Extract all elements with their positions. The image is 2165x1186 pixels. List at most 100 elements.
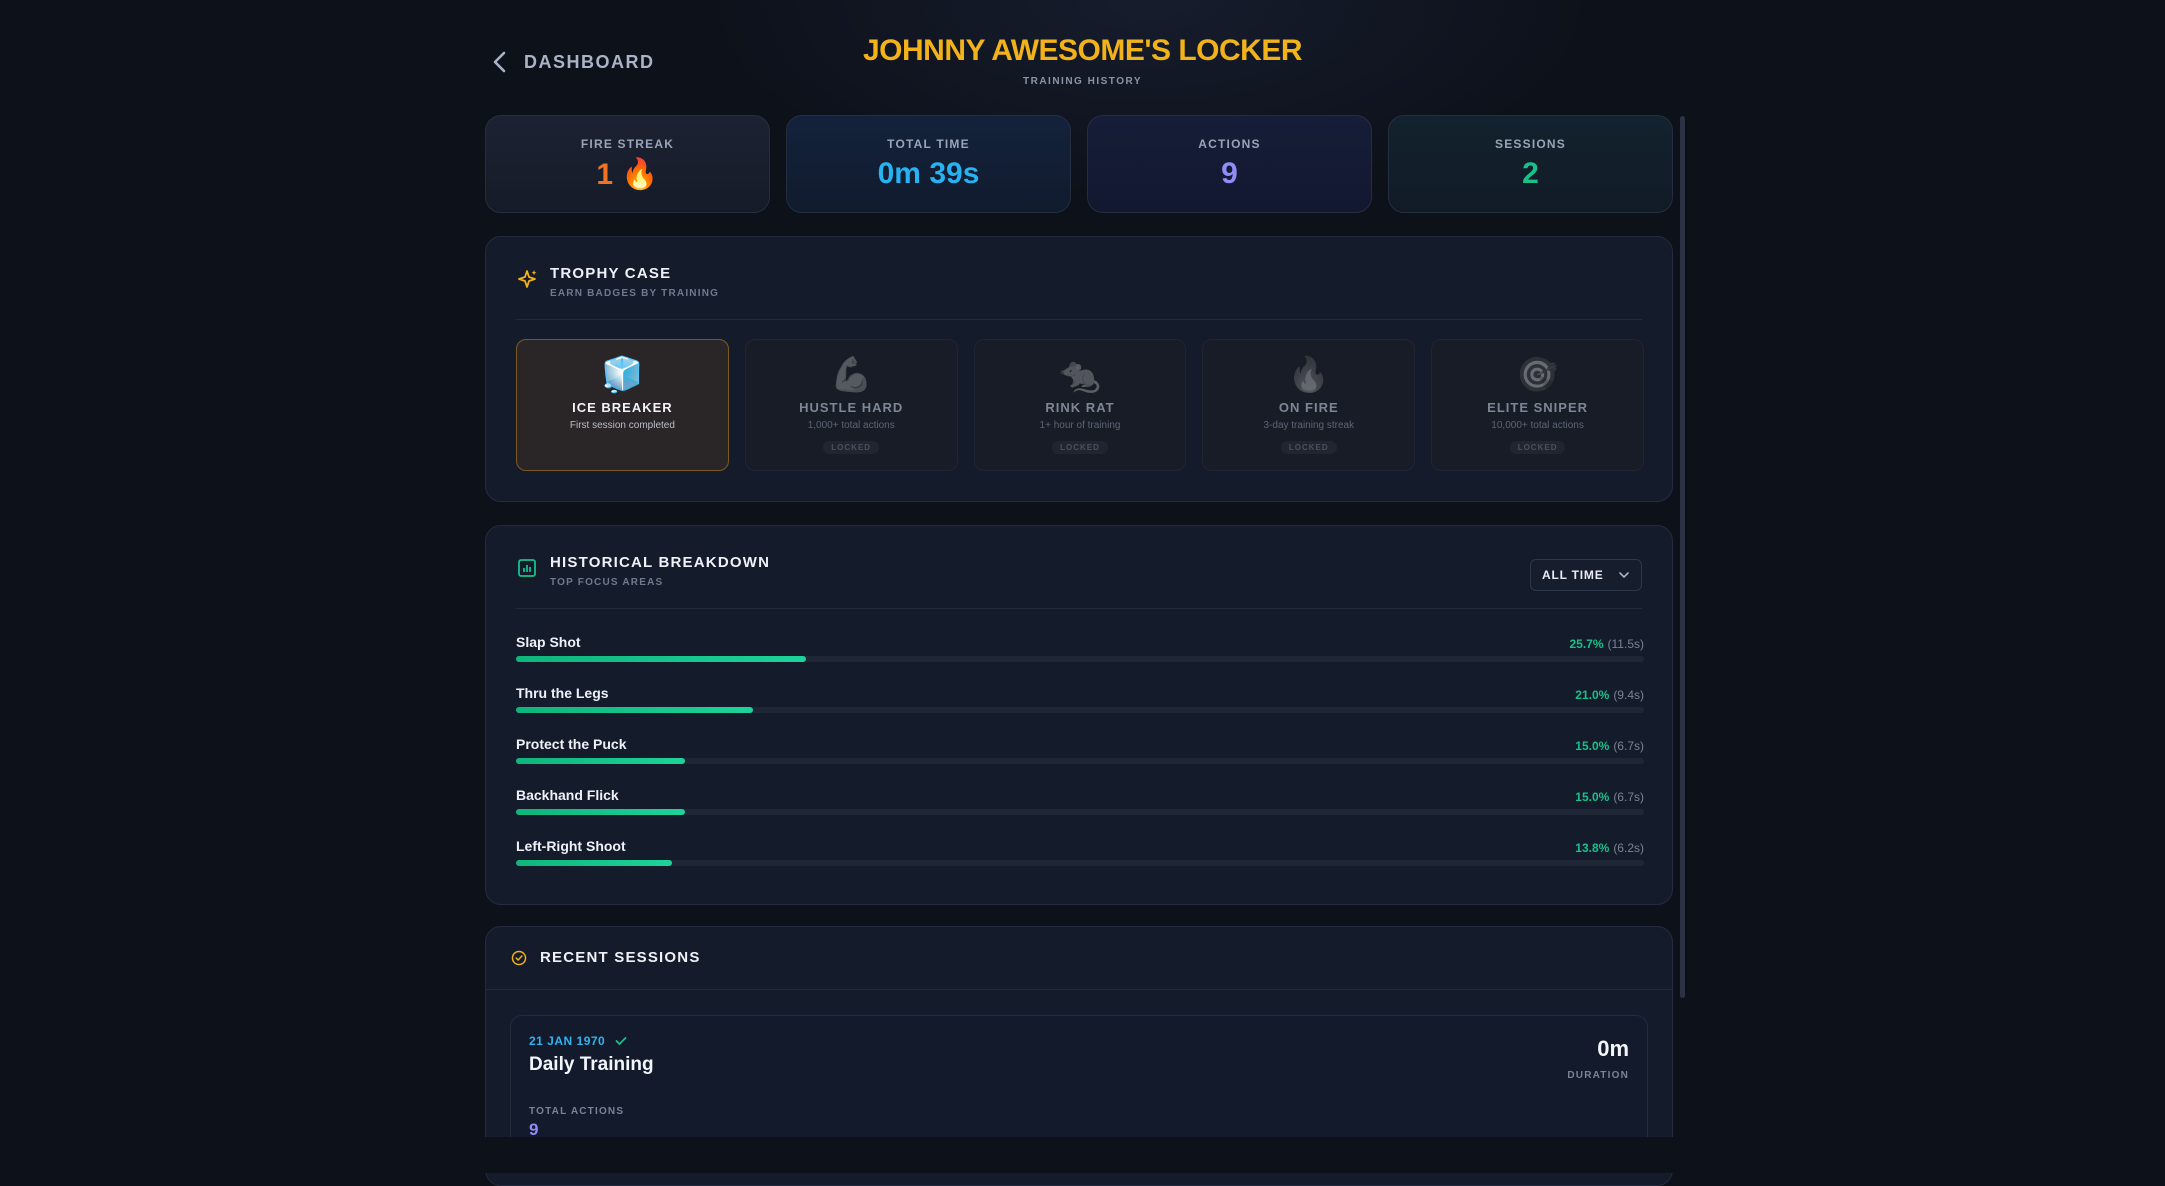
ice-cube-icon: 🧊 [601, 356, 644, 394]
stat-label: ACTIONS [1198, 137, 1261, 151]
focus-area-stat: 15.0% (6.7s) [1575, 739, 1644, 753]
focus-area-row: Backhand Flick 15.0% (6.7s) [516, 787, 1644, 838]
progress-fill [516, 758, 686, 764]
trophy-case-subtitle: EARN BADGES BY TRAINING [550, 288, 720, 299]
scrollbar[interactable] [1680, 116, 1685, 998]
progress-fill [516, 860, 672, 866]
focus-area-seconds: (6.7s) [1613, 739, 1644, 753]
focus-area-row: Protect the Puck 15.0% (6.7s) [516, 736, 1644, 787]
badge-name: HUSTLE HARD [799, 400, 904, 415]
stat-card-total-time: TOTAL TIME 0m 39s [786, 115, 1071, 213]
locked-badge-label: LOCKED [1052, 441, 1108, 454]
session-actions-label: TOTAL ACTIONS [529, 1106, 625, 1117]
progress-track [516, 656, 1644, 662]
focus-area-row: Slap Shot 25.7% (11.5s) [516, 634, 1644, 685]
trophy-case-panel: TROPHY CASE EARN BADGES BY TRAINING 🧊 IC… [485, 236, 1673, 502]
divider [516, 608, 1642, 609]
recent-sessions-header: RECENT SESSIONS [510, 949, 701, 967]
badge-description: 1,000+ total actions [807, 420, 895, 431]
focus-area-percent: 15.0% [1575, 790, 1610, 804]
focus-area-stat: 13.8% (6.2s) [1575, 841, 1644, 855]
time-range-select[interactable]: ALL TIME [1530, 559, 1642, 591]
rat-icon: 🐀 [1058, 356, 1102, 394]
badge-name: ICE BREAKER [572, 400, 673, 415]
progress-fill [516, 707, 753, 713]
stat-label: FIRE STREAK [580, 136, 675, 151]
chevron-down-icon [1619, 572, 1629, 579]
trophy-case-header: TROPHY CASE EARN BADGES BY TRAINING [516, 265, 719, 299]
stat-value: 1 🔥 [596, 157, 659, 191]
focus-area-name: Thru the Legs [516, 685, 609, 701]
badge-description: 10,000+ total actions [1491, 420, 1584, 431]
badge-list: 🧊 ICE BREAKER First session completed 💪 … [516, 339, 1644, 471]
focus-area-percent: 21.0% [1575, 688, 1610, 702]
focus-area-seconds: (6.2s) [1613, 841, 1644, 855]
progress-track [516, 758, 1644, 764]
scrollbar-thumb[interactable] [1680, 116, 1685, 998]
focus-area-percent: 13.8% [1575, 841, 1610, 855]
focus-area-percent: 15.0% [1575, 739, 1610, 753]
stat-value: 2 [1522, 157, 1539, 190]
focus-area-stat: 21.0% (9.4s) [1575, 688, 1644, 702]
focus-area-row: Thru the Legs 21.0% (9.4s) [516, 685, 1644, 736]
stat-card-fire-streak: FIRE STREAK 1 🔥 [485, 115, 770, 213]
badge-description: 3-day training streak [1263, 420, 1355, 431]
page-subtitle: TRAINING HISTORY [1022, 76, 1142, 87]
focus-area-row: Left-Right Shoot 13.8% (6.2s) [516, 838, 1644, 889]
focus-area-list: Slap Shot 25.7% (11.5s) Thru the Legs 21.… [516, 634, 1644, 889]
session-title: Daily Training [529, 1054, 654, 1075]
session-date-row: 21 JAN 1970 [529, 1034, 627, 1048]
divider [486, 989, 1672, 990]
session-duration-label: DURATION [1567, 1070, 1629, 1081]
target-icon: 🎯 [1516, 356, 1559, 394]
progress-track [516, 809, 1644, 815]
stat-value: 9 [1221, 157, 1238, 190]
focus-area-seconds: (6.7s) [1613, 790, 1644, 804]
divider [516, 319, 1642, 320]
badge-hustle-hard[interactable]: 💪 HUSTLE HARD 1,000+ total actions LOCKE… [744, 339, 958, 471]
page-title: JOHNNY AWESOME'S LOCKER [862, 34, 1303, 67]
badge-description: First session completed [569, 420, 675, 431]
progress-fill [516, 809, 686, 815]
trophy-case-title: TROPHY CASE [550, 265, 672, 282]
bar-chart-icon [518, 559, 536, 577]
stat-label: SESSIONS [1495, 137, 1566, 151]
historical-breakdown-panel: HISTORICAL BREAKDOWN TOP FOCUS AREAS ALL… [485, 525, 1673, 905]
focus-area-name: Backhand Flick [516, 787, 619, 803]
progress-fill [516, 656, 806, 662]
locked-badge-label: LOCKED [1509, 441, 1566, 454]
session-card[interactable]: 21 JAN 1970 Daily Training 0m DURATION T… [510, 1015, 1648, 1157]
stat-card-actions: ACTIONS 9 [1087, 115, 1372, 213]
locked-badge-label: LOCKED [1280, 441, 1337, 454]
stat-value: 0m 39s [877, 157, 980, 190]
progress-track [516, 707, 1644, 713]
session-date: 21 JAN 1970 [529, 1034, 606, 1048]
focus-area-percent: 25.7% [1569, 637, 1604, 651]
stat-label: TOTAL TIME [887, 137, 970, 151]
fire-icon: 🔥 [1287, 356, 1330, 394]
breakdown-subtitle: TOP FOCUS AREAS [550, 577, 664, 588]
recent-sessions-title: RECENT SESSIONS [540, 949, 701, 966]
time-range-value: ALL TIME [1542, 568, 1604, 582]
focus-area-name: Left-Right Shoot [516, 838, 626, 854]
check-circle-icon [511, 950, 527, 966]
stat-card-sessions: SESSIONS 2 [1388, 115, 1673, 213]
breakdown-header: HISTORICAL BREAKDOWN TOP FOCUS AREAS [516, 554, 770, 588]
badge-ice-breaker[interactable]: 🧊 ICE BREAKER First session completed [516, 339, 729, 471]
viewport-bottom [0, 1137, 2165, 1173]
progress-track [516, 860, 1644, 866]
badge-description: 1+ hour of training [1039, 420, 1121, 431]
focus-area-seconds: (9.4s) [1613, 688, 1644, 702]
badge-name: RINK RAT [1045, 400, 1115, 415]
badge-elite-sniper[interactable]: 🎯 ELITE SNIPER 10,000+ total actions LOC… [1431, 339, 1644, 471]
badge-name: ELITE SNIPER [1487, 400, 1589, 415]
locked-badge-label: LOCKED [823, 441, 880, 454]
badge-name: ON FIRE [1278, 400, 1339, 415]
badge-on-fire[interactable]: 🔥 ON FIRE 3-day training streak LOCKED [1202, 339, 1416, 471]
focus-area-seconds: (11.5s) [1607, 637, 1644, 651]
badge-rink-rat[interactable]: 🐀 RINK RAT 1+ hour of training LOCKED [973, 339, 1187, 471]
sparkles-icon [518, 270, 537, 288]
stats-row: FIRE STREAK 1 🔥 TOTAL TIME 0m 39s ACTION… [485, 115, 1673, 213]
focus-area-name: Slap Shot [516, 634, 581, 650]
breakdown-title: HISTORICAL BREAKDOWN [550, 554, 771, 571]
